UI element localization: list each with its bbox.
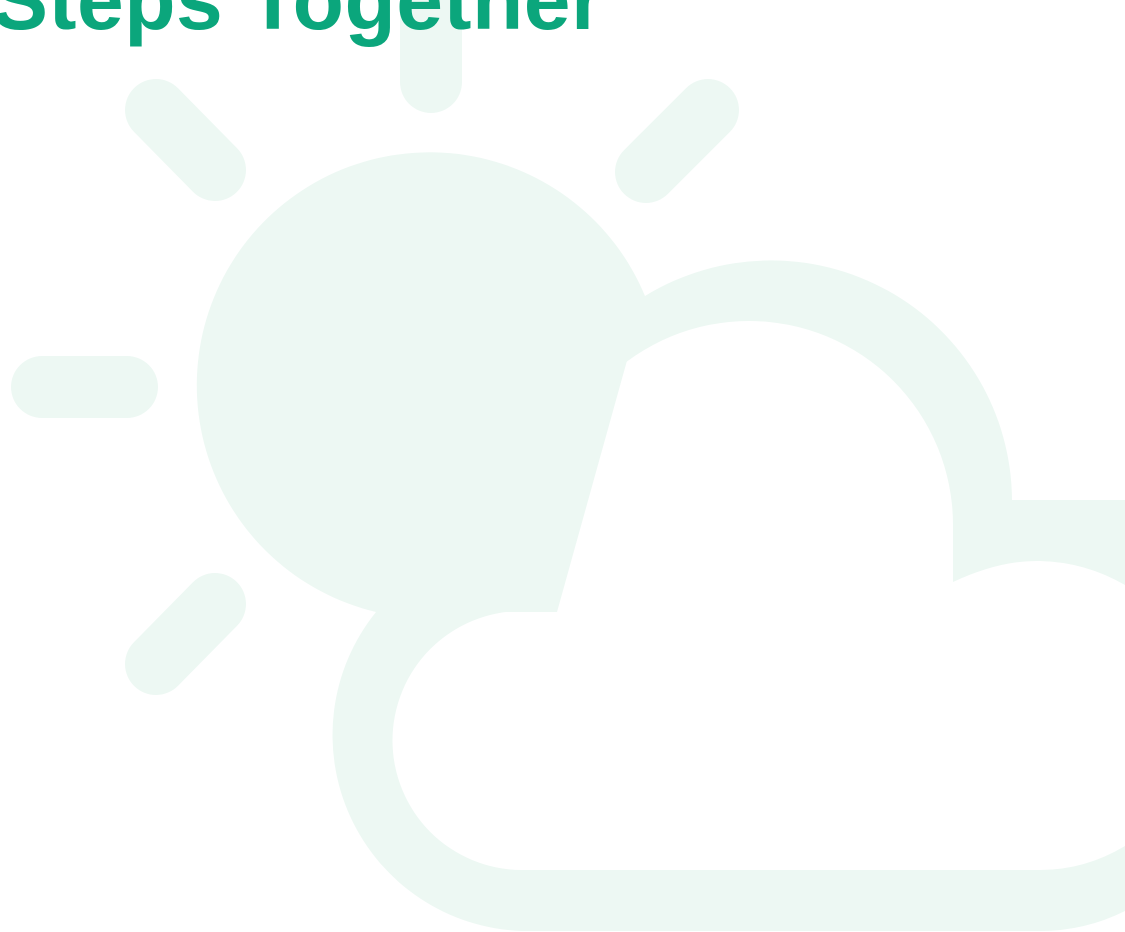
sun-rays: [11, 0, 739, 695]
partly-cloudy-icon: [11, 0, 1125, 931]
sun-ray-top-right: [615, 79, 739, 203]
sun-ray-bottom-left: [125, 573, 246, 695]
sun-ray-top-left: [125, 79, 246, 201]
page: Steps Together: [0, 0, 1125, 932]
sun-body: [196, 152, 645, 612]
cloud-outline: [332, 260, 1125, 931]
page-title: Steps Together: [0, 0, 605, 47]
